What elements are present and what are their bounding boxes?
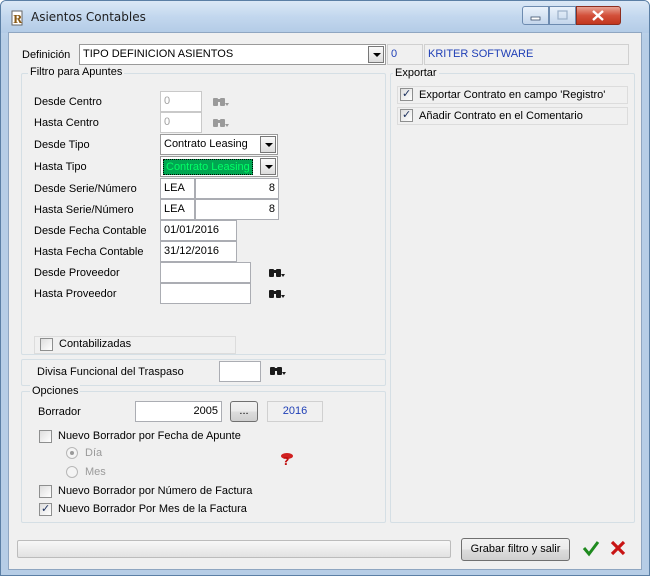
desde-centro-label: Desde Centro (34, 96, 102, 108)
exportar-registro-checkbox[interactable] (400, 87, 413, 101)
hasta-centro-input[interactable]: 0 (160, 112, 202, 133)
borrador-label: Borrador (38, 406, 81, 418)
chevron-down-icon[interactable] (260, 158, 276, 175)
desde-tipo-value: Contrato Leasing (164, 138, 248, 150)
nuevo-mes-label: Nuevo Borrador Por Mes de la Factura (58, 503, 247, 515)
desde-proveedor-label: Desde Proveedor (34, 267, 120, 279)
borrador-browse-button[interactable]: ... (230, 401, 258, 422)
hasta-numero-input[interactable]: 8 (195, 199, 279, 220)
maximize-button[interactable] (549, 6, 576, 25)
definicion-label: Definición (22, 49, 71, 61)
binoculars-icon[interactable] (268, 266, 285, 279)
definicion-select[interactable]: TIPO DEFINICION ASIENTOS (79, 44, 386, 65)
dia-label: Día (85, 447, 103, 459)
desde-numero-input[interactable]: 8 (195, 178, 279, 199)
app-icon: R (11, 10, 23, 26)
nuevo-mes-checkbox[interactable] (39, 502, 52, 516)
definicion-code: 0 (387, 44, 423, 65)
cancel-icon[interactable] (609, 539, 627, 557)
close-icon (592, 10, 604, 21)
grabar-filtro-button[interactable]: Grabar filtro y salir (461, 538, 570, 561)
chevron-down-icon[interactable] (368, 46, 384, 63)
hasta-serie-label: Hasta Serie/Número (34, 204, 134, 216)
binoculars-icon[interactable] (269, 364, 286, 377)
binoculars-icon[interactable] (268, 287, 285, 300)
filtro-title: Filtro para Apuntes (28, 66, 125, 78)
exportar-group (390, 73, 635, 523)
hasta-fecha-label: Hasta Fecha Contable (34, 246, 144, 258)
divisa-input[interactable] (219, 361, 261, 382)
hasta-proveedor-input[interactable] (160, 283, 251, 304)
exportar-title: Exportar (393, 67, 439, 79)
definicion-value: TIPO DEFINICION ASIENTOS (83, 48, 234, 60)
desde-serie-label: Desde Serie/Número (34, 183, 137, 195)
desde-centro-input[interactable]: 0 (160, 91, 202, 112)
desde-serie-input[interactable]: LEA (160, 178, 195, 199)
hasta-proveedor-label: Hasta Proveedor (34, 288, 117, 300)
window-title: Asientos Contables (31, 10, 146, 24)
nuevo-factura-checkbox[interactable] (39, 485, 52, 498)
exportar-comentario-checkbox[interactable] (400, 108, 413, 122)
mes-radio[interactable] (66, 466, 78, 478)
dia-radio[interactable] (66, 447, 78, 459)
dialog-body: Definición TIPO DEFINICION ASIENTOS 0 KR… (8, 32, 642, 570)
binoculars-icon[interactable] (212, 95, 229, 108)
close-window-button[interactable] (576, 6, 621, 25)
desde-tipo-select[interactable]: Contrato Leasing (160, 134, 278, 155)
exportar-registro-label: Exportar Contrato en campo 'Registro' (419, 89, 606, 101)
desde-fecha-input[interactable]: 01/01/2016 (160, 220, 237, 241)
nuevo-factura-label: Nuevo Borrador por Número de Factura (58, 485, 253, 497)
desde-fecha-label: Desde Fecha Contable (34, 225, 147, 237)
mes-label: Mes (85, 466, 106, 478)
svg-text:?: ? (283, 455, 289, 466)
opciones-title: Opciones (30, 385, 81, 397)
hasta-tipo-label: Hasta Tipo (34, 161, 87, 173)
nuevo-fecha-label: Nuevo Borrador por Fecha de Apunte (58, 430, 241, 442)
borrador-year: 2016 (267, 401, 323, 422)
desde-tipo-label: Desde Tipo (34, 139, 90, 151)
hasta-tipo-value: Contrato Leasing (163, 159, 253, 175)
accept-icon[interactable] (582, 539, 600, 557)
binoculars-icon[interactable] (212, 116, 229, 129)
contabilizadas-label: Contabilizadas (59, 338, 132, 350)
hasta-tipo-select[interactable]: Contrato Leasing (160, 156, 278, 177)
hasta-fecha-input[interactable]: 31/12/2016 (160, 241, 237, 262)
minimize-button[interactable] (522, 6, 549, 25)
minimize-icon (530, 16, 541, 21)
divisa-label: Divisa Funcional del Traspaso (37, 366, 184, 378)
borrador-input[interactable]: 2005 (135, 401, 222, 422)
progress-bar (17, 540, 451, 558)
chevron-down-icon[interactable] (260, 136, 276, 153)
hasta-serie-input[interactable]: LEA (160, 199, 195, 220)
title-bar: R Asientos Contables (1, 1, 649, 33)
main-window: R Asientos Contables Definición TIPO DEF… (0, 0, 650, 576)
hasta-centro-label: Hasta Centro (34, 117, 99, 129)
contabilizadas-checkbox[interactable] (40, 338, 53, 351)
svg-text:R: R (13, 13, 23, 26)
nuevo-fecha-checkbox[interactable] (39, 430, 52, 443)
help-icon[interactable]: ? (279, 452, 295, 466)
exportar-comentario-label: Añadir Contrato en el Comentario (419, 110, 583, 122)
maximize-icon (557, 10, 568, 20)
company-name: KRITER SOFTWARE (424, 44, 629, 65)
desde-proveedor-input[interactable] (160, 262, 251, 283)
